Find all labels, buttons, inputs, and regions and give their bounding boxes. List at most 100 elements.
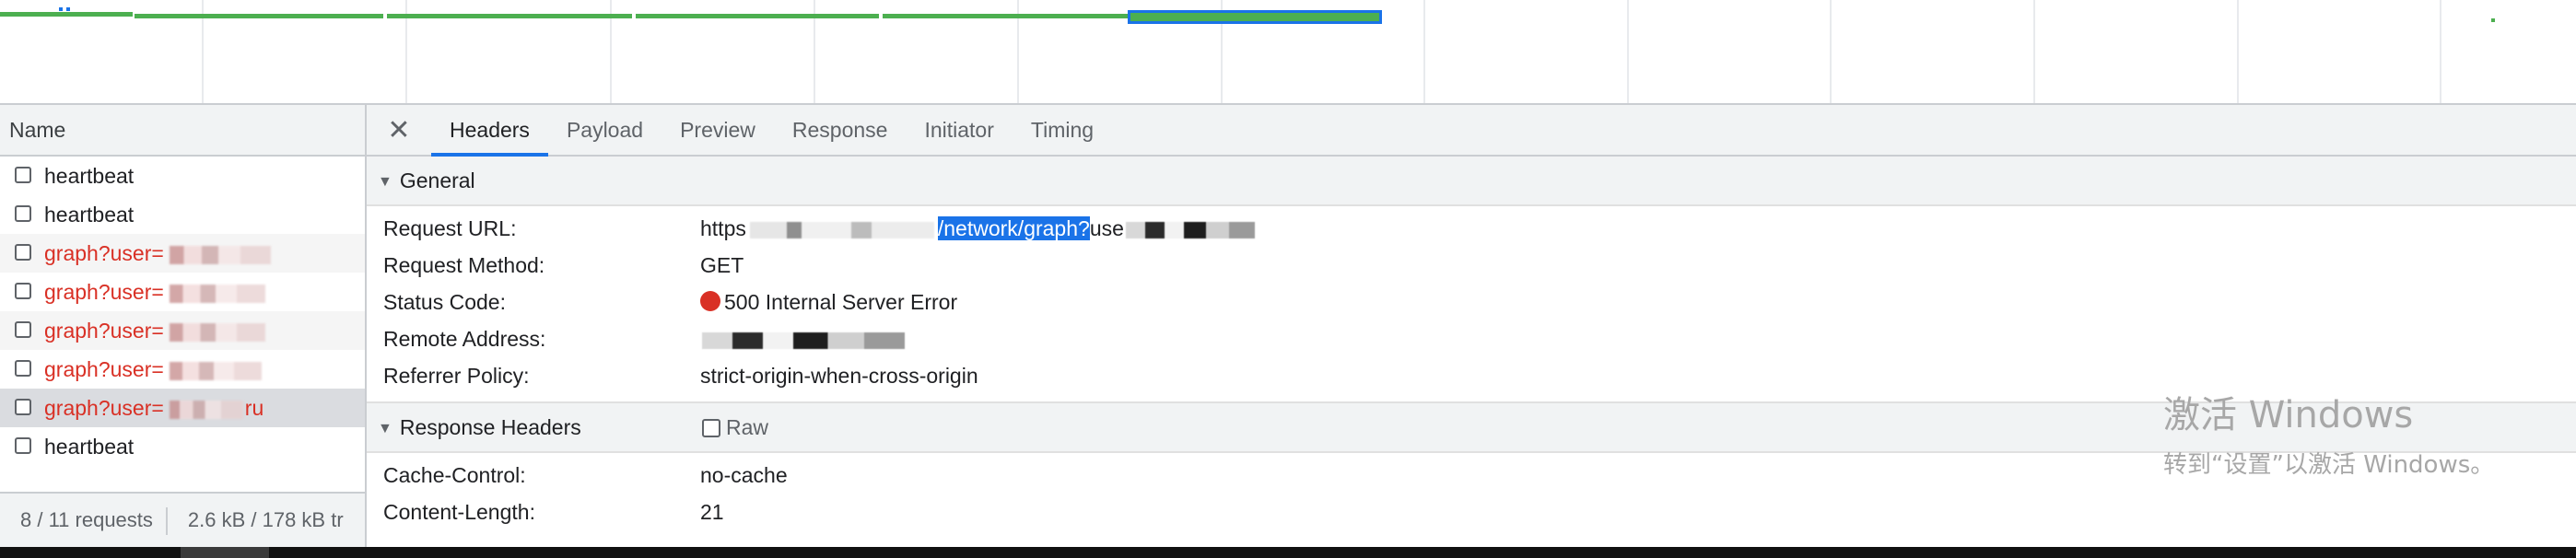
raw-toggle[interactable]: Raw xyxy=(702,403,768,451)
content-length-value: 21 xyxy=(700,500,724,524)
row-checkbox[interactable] xyxy=(15,360,31,377)
timeline-bar xyxy=(387,14,632,18)
request-name: graph?user= xyxy=(44,357,164,381)
row-checkbox[interactable] xyxy=(15,437,31,454)
cache-control-label: Cache-Control: xyxy=(383,463,526,487)
raw-checkbox[interactable] xyxy=(702,419,720,437)
referrer-policy-label: Referrer Policy: xyxy=(383,364,530,388)
transferred-size: 2.6 kB / 178 kB tr xyxy=(187,508,344,531)
details-tabbar: ✕ Headers Payload Preview Response Initi… xyxy=(367,105,2576,157)
url-selected-text: /network/graph? xyxy=(937,216,1090,240)
request-row[interactable]: graph?user= xyxy=(0,311,365,350)
watermark-title: 激活 Windows xyxy=(2163,394,2414,436)
tab-payload[interactable]: Payload xyxy=(548,105,662,155)
request-row[interactable]: graph?user= xyxy=(0,234,365,273)
horizontal-scrollbar[interactable] xyxy=(0,547,2576,558)
tab-preview[interactable]: Preview xyxy=(662,105,774,155)
request-count: 8 / 11 requests xyxy=(20,508,153,531)
windows-activation-watermark: 激活 Windows 转到“设置”以激活 Windows。 xyxy=(2163,385,2494,480)
triangle-down-icon: ▼ xyxy=(378,174,392,190)
redacted-region xyxy=(169,361,262,380)
request-name: heartbeat xyxy=(44,203,135,227)
redacted-region xyxy=(169,400,243,419)
row-checkbox[interactable] xyxy=(15,283,31,299)
timeline-gridline xyxy=(1830,0,1832,103)
content-length-row: Content-Length: 21 xyxy=(367,494,2576,530)
url-tail: use xyxy=(1089,216,1124,240)
network-summary-bar: 8 / 11 requests 2.6 kB / 178 kB tr xyxy=(0,492,365,547)
tab-response[interactable]: Response xyxy=(774,105,907,155)
remote-address-label: Remote Address: xyxy=(383,327,546,351)
row-checkbox[interactable] xyxy=(15,167,31,183)
status-code-text: 500 Internal Server Error xyxy=(724,290,958,314)
scrollbar-thumb[interactable] xyxy=(181,547,269,558)
timeline-bar xyxy=(883,14,1128,18)
request-row[interactable]: graph?user= xyxy=(0,273,365,311)
timeline-bar xyxy=(636,14,879,18)
remote-address-value xyxy=(700,320,907,357)
request-method-row: Request Method: GET xyxy=(367,247,2576,284)
cache-control-value: no-cache xyxy=(700,463,788,487)
request-name: graph?user= xyxy=(44,396,164,420)
response-headers-title: Response Headers xyxy=(399,415,581,439)
status-code-label: Status Code: xyxy=(383,290,506,314)
request-row[interactable]: heartbeat xyxy=(0,157,365,195)
referrer-policy-value: strict-origin-when-cross-origin xyxy=(700,364,978,388)
status-code-value: 500 Internal Server Error xyxy=(700,284,957,320)
general-section-body: Request URL: https/network/graph?use Req… xyxy=(367,206,2576,401)
triangle-down-icon: ▼ xyxy=(378,421,392,436)
row-checkbox[interactable] xyxy=(15,399,31,415)
row-checkbox[interactable] xyxy=(15,244,31,261)
request-name: graph?user= xyxy=(44,241,164,265)
remote-address-row: Remote Address: xyxy=(367,320,2576,357)
redacted-region xyxy=(169,245,271,264)
status-code-row: Status Code: 500 Internal Server Error xyxy=(367,284,2576,320)
close-icon[interactable]: ✕ xyxy=(367,105,431,155)
tab-initiator[interactable]: Initiator xyxy=(906,105,1012,155)
timeline-gridline xyxy=(1423,0,1425,103)
request-details-pane: ✕ Headers Payload Preview Response Initi… xyxy=(367,105,2576,547)
redacted-region xyxy=(169,284,265,303)
watermark-subtitle: 转到“设置”以激活 Windows。 xyxy=(2163,451,2495,479)
request-method-value: GET xyxy=(700,253,744,277)
timeline-bar xyxy=(135,14,383,18)
request-method-label: Request Method: xyxy=(383,253,545,277)
request-row[interactable]: heartbeat xyxy=(0,195,365,234)
timeline-gridline xyxy=(1627,0,1629,103)
network-overview-timeline[interactable] xyxy=(0,0,2576,105)
request-name: heartbeat xyxy=(44,435,135,459)
row-checkbox[interactable] xyxy=(15,321,31,338)
timeline-bar xyxy=(0,12,133,17)
request-row-selected[interactable]: graph?user= ru xyxy=(0,389,365,427)
timeline-gridline xyxy=(2237,0,2239,103)
general-section-header[interactable]: ▼ General xyxy=(367,157,2576,206)
request-name: graph?user= xyxy=(44,319,164,343)
request-list: heartbeat heartbeat graph?user= graph?us… xyxy=(0,157,365,466)
content-length-label: Content-Length: xyxy=(383,500,535,524)
request-name: graph?user= xyxy=(44,280,164,304)
url-scheme: https xyxy=(700,216,746,240)
timeline-dot xyxy=(59,7,63,11)
request-row[interactable]: graph?user= xyxy=(0,350,365,389)
request-name: heartbeat xyxy=(44,164,135,188)
row-checkbox[interactable] xyxy=(15,205,31,222)
redacted-region xyxy=(749,221,934,238)
timeline-dot xyxy=(66,7,70,11)
timeline-gridline xyxy=(2033,0,2035,103)
name-column-header[interactable]: Name xyxy=(0,105,365,157)
timeline-bar-selected[interactable] xyxy=(1128,10,1382,24)
request-row[interactable]: heartbeat xyxy=(0,427,365,466)
red-dot-icon xyxy=(700,291,720,311)
redacted-region xyxy=(702,331,905,349)
request-url-value[interactable]: https/network/graph?use xyxy=(700,210,1257,247)
request-name-suffix: ru xyxy=(244,396,264,420)
tab-headers[interactable]: Headers xyxy=(431,105,548,157)
timeline-dot xyxy=(2491,18,2495,22)
raw-label: Raw xyxy=(726,415,769,439)
request-url-row: Request URL: https/network/graph?use xyxy=(367,210,2576,247)
request-url-label: Request URL: xyxy=(383,216,517,240)
general-section-title: General xyxy=(399,169,475,192)
tab-timing[interactable]: Timing xyxy=(1013,105,1112,155)
timeline-gridline xyxy=(2440,0,2441,103)
redacted-region xyxy=(1125,221,1255,238)
